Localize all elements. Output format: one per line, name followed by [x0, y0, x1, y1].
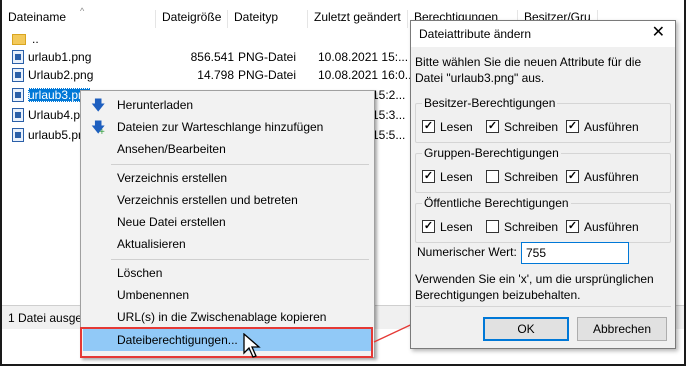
cancel-button[interactable]: Abbrechen	[577, 317, 667, 341]
group-permissions-group: Gruppen-Berechtigungen ✓ Lesen Schreiben …	[415, 146, 671, 193]
public-execute-checkbox[interactable]: ✓ Ausführen	[566, 219, 639, 235]
public-read-checkbox[interactable]: ✓ Lesen	[422, 219, 473, 235]
dialog-title: Dateiattribute ändern	[419, 27, 532, 41]
owner-write-checkbox[interactable]: ✓ Schreiben	[486, 119, 558, 135]
public-write-checkbox[interactable]: Schreiben	[486, 219, 558, 235]
dialog-intro: Bitte wählen Sie die neuen Attribute für…	[415, 55, 642, 85]
group-write-checkbox[interactable]: Schreiben	[486, 169, 558, 185]
dialog-titlebar: Dateiattribute ändern ✕	[411, 21, 675, 47]
close-icon[interactable]: ✕	[652, 24, 665, 42]
owner-permissions-group: Besitzer-Berechtigungen ✓ Lesen ✓ Schreibe…	[415, 96, 671, 143]
dialog-separator	[415, 306, 671, 307]
ok-button[interactable]: OK	[483, 317, 569, 341]
numeric-value-input[interactable]	[521, 242, 629, 264]
numeric-value-label: Numerischer Wert:	[417, 245, 517, 259]
group-read-checkbox[interactable]: ✓ Lesen	[422, 169, 473, 185]
dialog-hint: Verwenden Sie ein 'x', um die ursprüngli…	[415, 272, 654, 302]
public-permissions-group: Öffentliche Berechtigungen ✓ Lesen Schrei…	[415, 196, 671, 243]
owner-read-checkbox[interactable]: ✓ Lesen	[422, 119, 473, 135]
owner-execute-checkbox[interactable]: ✓ Ausführen	[566, 119, 639, 135]
group-execute-checkbox[interactable]: ✓ Ausführen	[566, 169, 639, 185]
file-attributes-dialog: Dateiattribute ändern ✕ Bitte wählen Sie…	[410, 20, 676, 349]
